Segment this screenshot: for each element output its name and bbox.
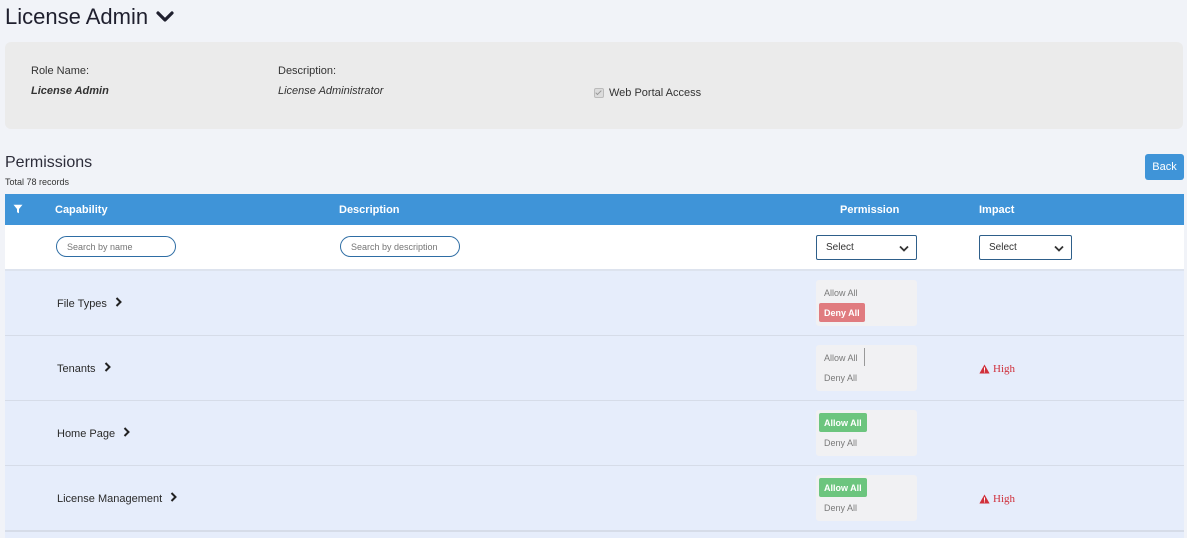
chevron-down-icon [899,244,909,255]
table-row [5,532,1184,538]
page-header: License Admin [5,4,174,30]
records-count: Total 78 records [5,177,70,187]
column-header-impact[interactable]: Impact [979,204,1014,216]
column-header-permission[interactable]: Permission [840,204,899,216]
page-title: License Admin [5,4,149,29]
capability-name: Tenants [57,362,96,375]
allow-all-option[interactable]: Allow All [819,348,863,367]
deny-all-option[interactable]: Deny All [819,368,862,387]
search-name-input[interactable] [56,236,176,257]
deny-all-option[interactable]: Deny All [819,303,865,322]
warning-icon [979,364,990,374]
permission-select-value: Select [826,242,854,253]
chevron-right-icon[interactable] [170,492,178,505]
permission-select[interactable]: Select [816,235,917,260]
capability-toggle[interactable]: Home Page [57,427,131,440]
permissions-title: Permissions [5,154,93,171]
allow-all-option[interactable]: Allow All [819,478,867,497]
web-portal-checkbox[interactable] [594,88,604,98]
table-row: Tenants Allow All Deny All High [5,336,1184,402]
permission-toggle: Allow All Deny All [816,280,917,326]
chevron-down-icon [1054,244,1064,255]
filter-icon[interactable] [13,204,23,217]
chevron-right-icon[interactable] [115,297,122,310]
web-portal-access: Web Portal Access [594,87,701,99]
column-header-description[interactable]: Description [339,204,400,216]
allow-all-option[interactable]: Allow All [819,413,867,432]
capability-name: Home Page [57,427,116,440]
search-description-input[interactable] [340,236,460,257]
column-header-capability[interactable]: Capability [55,204,108,216]
back-button[interactable]: Back [1145,154,1184,180]
capability-toggle[interactable]: Tenants [57,362,111,375]
permission-toggle: Allow All Deny All [816,475,917,521]
deny-all-option[interactable]: Deny All [819,433,862,452]
text-cursor [864,348,865,366]
capability-name: License Management [57,492,163,505]
role-name-label: Role Name: [31,65,90,77]
impact-select-value: Select [989,242,1017,253]
warning-icon [979,494,990,504]
allow-all-option[interactable]: Allow All [819,283,863,302]
impact-label: High [993,493,1015,505]
table-row: License Management Allow All Deny All Hi… [5,466,1184,532]
table-row: Home Page Allow All Deny All [5,401,1184,467]
capability-name: File Types [57,297,107,310]
role-details-panel: Role Name: License Admin Description: Li… [5,42,1183,129]
filter-row: Select Select [5,225,1184,271]
impact-select[interactable]: Select [979,235,1072,260]
chevron-down-icon[interactable] [156,10,174,28]
description-value: License Administrator [278,85,384,97]
chevron-right-icon[interactable] [123,427,131,440]
grid-header: Capability Description Permission Impact [5,194,1184,225]
web-portal-label: Web Portal Access [609,87,702,99]
role-name-value: License Admin [31,85,109,97]
impact-label: High [993,363,1015,375]
description-label: Description: [278,65,337,77]
impact-indicator: High [979,363,1015,375]
permission-toggle: Allow All Deny All [816,345,917,391]
deny-all-option[interactable]: Deny All [819,498,862,517]
capability-toggle[interactable]: License Management [57,492,178,505]
impact-indicator: High [979,493,1015,505]
capability-toggle[interactable]: File Types [57,297,122,310]
permission-toggle: Allow All Deny All [816,410,917,456]
table-row: File Types Allow All Deny All [5,271,1184,337]
chevron-right-icon[interactable] [104,362,111,375]
